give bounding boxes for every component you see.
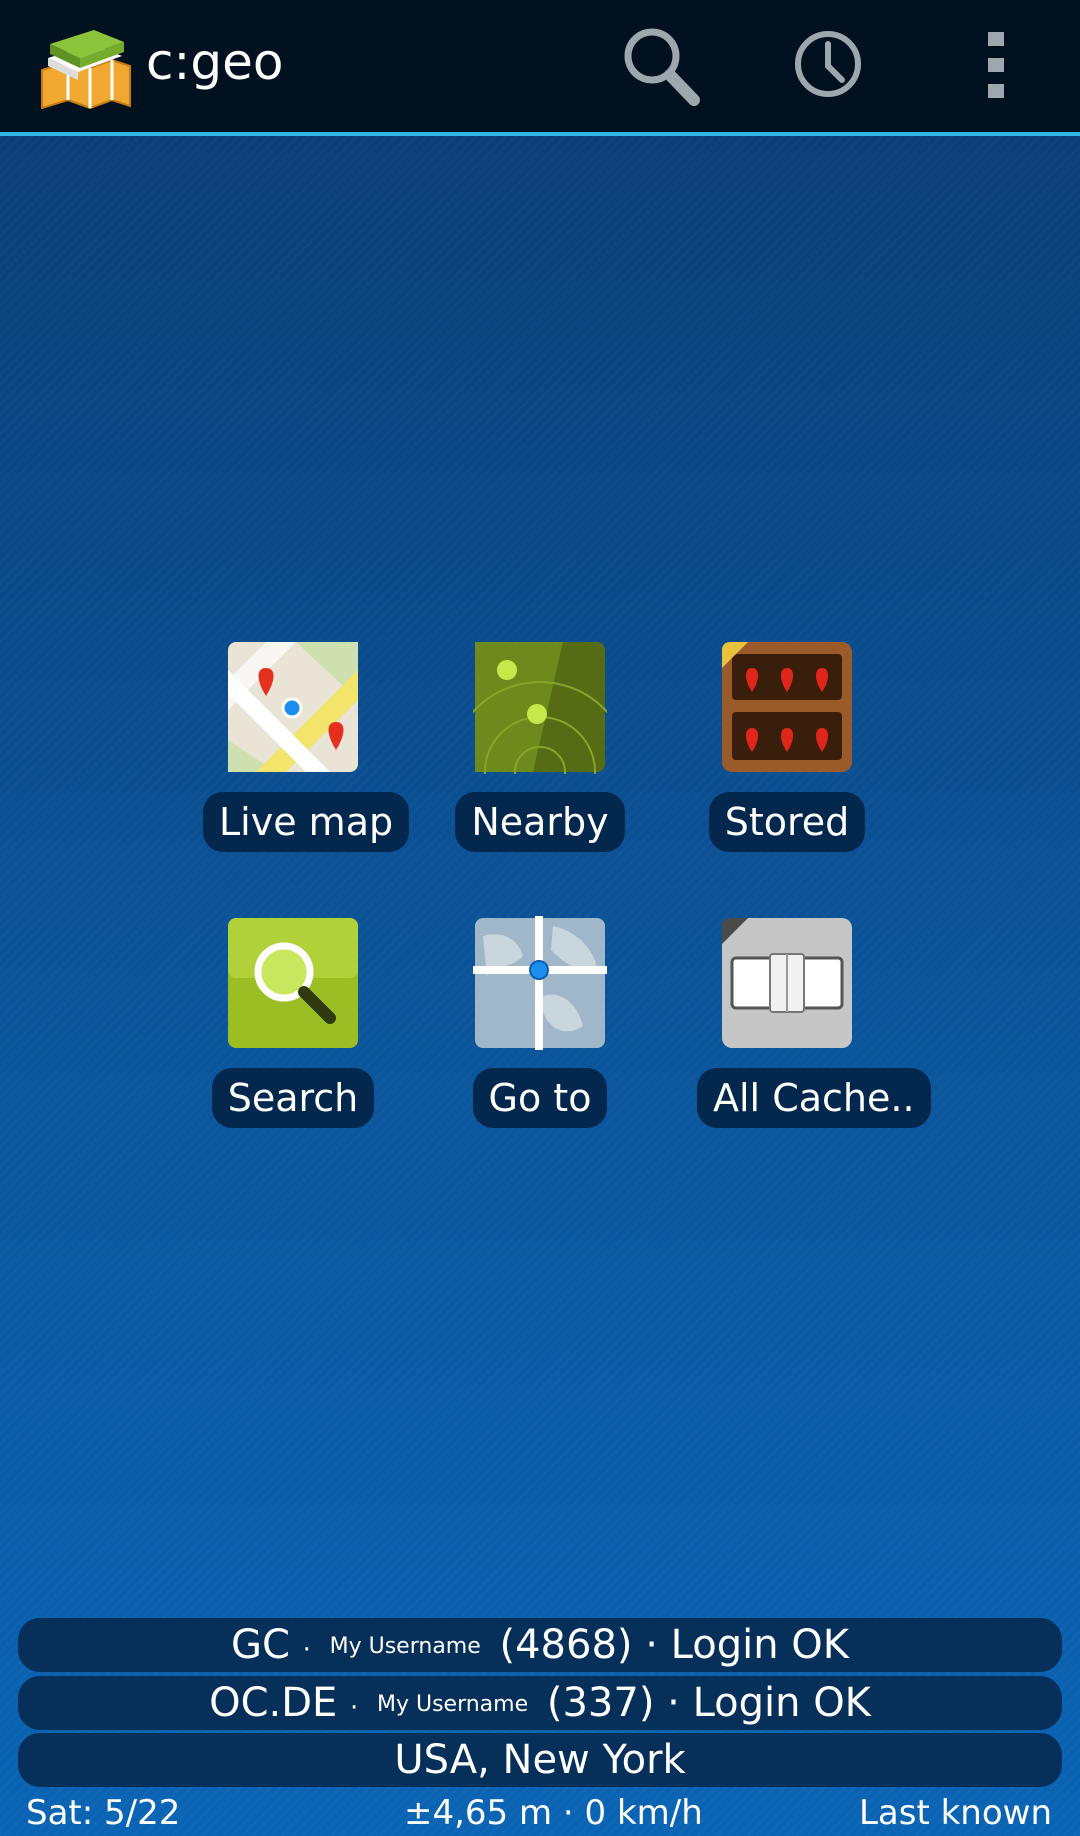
all-caches-icon [722, 918, 852, 1048]
main-dashboard: Live map Nearby Stored Search Go to All … [0, 136, 1080, 1836]
gc-login-status: GC · My Username (4868) · Login OK [18, 1618, 1062, 1672]
search-tile[interactable]: Search [203, 916, 383, 1128]
app-title: c:geo [146, 33, 284, 91]
stored-shelf-icon [722, 642, 852, 772]
all-caches-tile[interactable]: All Cache.. [697, 916, 931, 1128]
oc-username: My Username [376, 1692, 529, 1717]
go-to-globe-icon [473, 916, 607, 1050]
live-map-label: Live map [203, 792, 410, 852]
cgeo-logo-icon[interactable] [38, 18, 134, 110]
satellite-count: Sat: 5/22 [26, 1793, 181, 1833]
go-to-tile[interactable]: Go to [450, 916, 630, 1128]
ocde-login-status: OC.DE · My Username (337) · Login OK [18, 1676, 1062, 1730]
fix-status: Last known [858, 1793, 1052, 1833]
oc-service: OC.DE [209, 1680, 338, 1726]
go-to-label: Go to [472, 1068, 608, 1128]
history-clock-icon[interactable] [784, 22, 872, 110]
gc-count: (4868) [499, 1622, 633, 1668]
gc-separator: · [302, 1635, 311, 1665]
gc-service: GC [230, 1622, 290, 1668]
oc-count: (337) [546, 1680, 655, 1726]
overflow-menu-icon[interactable] [952, 22, 1040, 110]
app-bar: c:geo [0, 0, 1080, 136]
nearby-label: Nearby [455, 792, 625, 852]
nearby-tile[interactable]: Nearby [450, 640, 630, 852]
gc-username: My Username [329, 1634, 481, 1659]
oc-separator: · [350, 1693, 359, 1723]
live-map-icon [228, 642, 358, 772]
location-status: USA, New York [18, 1733, 1062, 1787]
search-icon[interactable] [616, 22, 704, 110]
search-magnifier-icon [228, 918, 358, 1048]
stored-tile[interactable]: Stored [697, 640, 877, 852]
stored-label: Stored [708, 792, 866, 852]
nearby-radar-icon [473, 642, 607, 774]
gc-login-state: · Login OK [645, 1622, 850, 1668]
oc-login-state: · Login OK [667, 1680, 871, 1726]
search-label: Search [211, 1068, 375, 1128]
location-text: USA, New York [394, 1737, 686, 1783]
all-caches-label: All Cache.. [697, 1068, 931, 1128]
gps-footer: Sat: 5/22 ±4,65 m · 0 km/h Last known [0, 1790, 1080, 1836]
accuracy-speed: ±4,65 m · 0 km/h [404, 1793, 703, 1833]
live-map-tile[interactable]: Live map [203, 640, 410, 852]
